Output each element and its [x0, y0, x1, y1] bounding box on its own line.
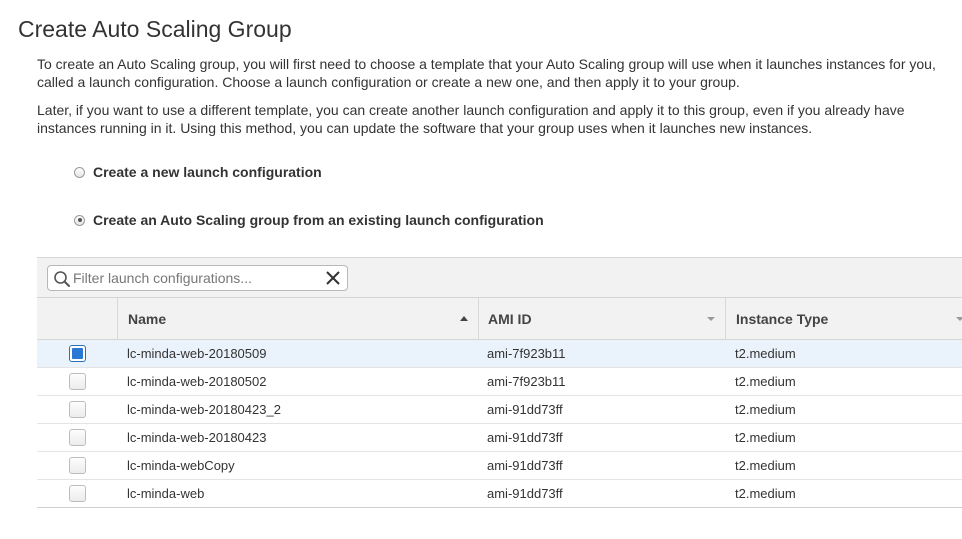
filter-box[interactable] — [47, 265, 348, 291]
table-row[interactable]: lc-minda-webCopy ami-91dd73ff t2.medium — [37, 452, 962, 480]
table-row[interactable]: lc-minda-web-20180423_2 ami-91dd73ff t2.… — [37, 396, 962, 424]
instance-type: t2.medium — [735, 458, 796, 473]
config-name: lc-minda-webCopy — [127, 458, 235, 473]
config-name: lc-minda-web-20180423_2 — [127, 402, 281, 417]
ami-id: ami-7f923b11 — [487, 374, 566, 389]
config-name: lc-minda-web-20180423 — [127, 430, 267, 445]
instance-type: t2.medium — [735, 346, 796, 361]
table-row[interactable]: lc-minda-web ami-91dd73ff t2.medium — [37, 480, 962, 508]
ami-id: ami-91dd73ff — [487, 402, 563, 417]
instance-type: t2.medium — [735, 374, 796, 389]
existing-launch-config-option[interactable]: Create an Auto Scaling group from an exi… — [74, 212, 544, 228]
table-row[interactable]: lc-minda-web-20180509 ami-7f923b11 t2.me… — [37, 340, 962, 368]
instance-type-column-header[interactable]: Instance Type — [725, 298, 962, 339]
create-asg-page: Create Auto Scaling Group To create an A… — [0, 0, 962, 539]
existing-launch-config-radio[interactable] — [74, 214, 85, 226]
new-launch-config-radio[interactable] — [74, 166, 85, 178]
config-name: lc-minda-web-20180509 — [127, 346, 267, 361]
row-checkbox[interactable] — [69, 457, 86, 474]
config-name: lc-minda-web — [127, 486, 205, 501]
ami-id: ami-91dd73ff — [487, 458, 563, 473]
instance-type: t2.medium — [735, 430, 796, 445]
row-checkbox[interactable] — [69, 401, 86, 418]
new-launch-config-label[interactable]: Create a new launch configuration — [93, 164, 322, 180]
row-checkbox[interactable] — [69, 373, 86, 390]
chevron-down-icon[interactable] — [707, 317, 715, 321]
select-column-header — [37, 298, 117, 339]
name-column-label[interactable]: Name — [128, 311, 166, 327]
table-header: Name AMI ID Instance Type — [37, 298, 962, 340]
sort-ascending-icon[interactable] — [460, 316, 468, 321]
page-title: Create Auto Scaling Group — [18, 16, 292, 42]
config-name: lc-minda-web-20180502 — [127, 374, 267, 389]
ami-id: ami-7f923b11 — [487, 346, 566, 361]
launch-config-table: lc-minda-web-20180509 ami-7f923b11 t2.me… — [37, 340, 962, 508]
name-column-header[interactable]: Name — [117, 298, 478, 339]
row-checkbox[interactable] — [69, 485, 86, 502]
filter-bar — [37, 257, 962, 298]
chevron-down-icon[interactable] — [956, 317, 962, 321]
ami-id: ami-91dd73ff — [487, 430, 563, 445]
ami-id: ami-91dd73ff — [487, 486, 563, 501]
row-checkbox[interactable] — [69, 429, 86, 446]
search-icon — [54, 271, 70, 287]
intro-paragraph: To create an Auto Scaling group, you wil… — [37, 56, 936, 90]
instance-type: t2.medium — [735, 402, 796, 417]
instance-type-column-label[interactable]: Instance Type — [736, 311, 828, 327]
table-row[interactable]: lc-minda-web-20180502 ami-7f923b11 t2.me… — [37, 368, 962, 396]
table-row[interactable]: lc-minda-web-20180423 ami-91dd73ff t2.me… — [37, 424, 962, 452]
ami-id-column-header[interactable]: AMI ID — [478, 298, 725, 339]
instance-type: t2.medium — [735, 486, 796, 501]
ami-id-column-label[interactable]: AMI ID — [488, 311, 532, 327]
new-launch-config-option[interactable]: Create a new launch configuration — [74, 164, 322, 180]
existing-launch-config-label[interactable]: Create an Auto Scaling group from an exi… — [93, 212, 544, 228]
row-checkbox[interactable] — [69, 345, 86, 362]
close-icon[interactable] — [325, 270, 341, 286]
filter-input[interactable] — [73, 268, 313, 288]
later-paragraph: Later, if you want to use a different te… — [37, 102, 905, 136]
